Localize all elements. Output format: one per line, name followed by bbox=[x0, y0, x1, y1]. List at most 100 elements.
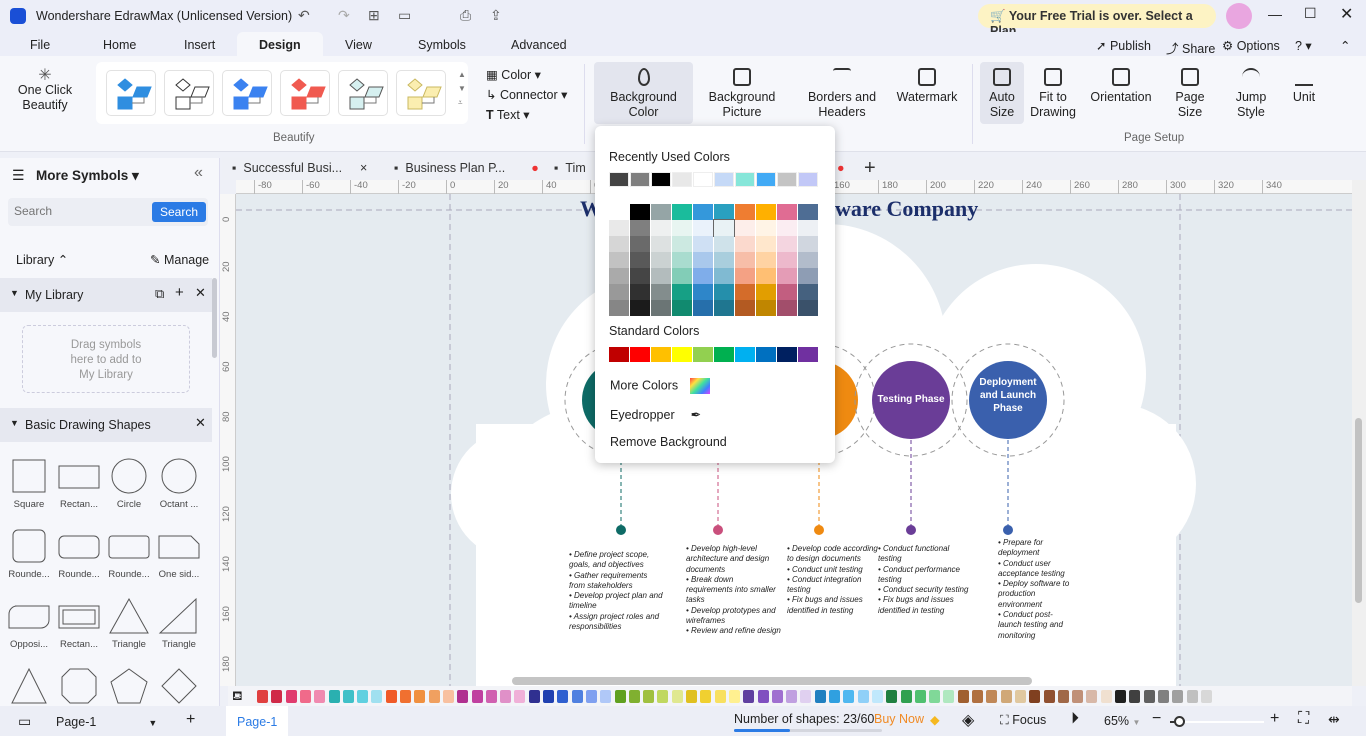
recent-color-swatch[interactable] bbox=[651, 172, 671, 187]
background-color-button[interactable]: Background Color bbox=[594, 62, 693, 124]
palette-swatch[interactable] bbox=[557, 690, 569, 703]
close-button[interactable]: ✕ bbox=[1340, 4, 1353, 24]
redo-icon[interactable]: ↷ bbox=[338, 7, 350, 24]
doc-tab[interactable]: ▪ Successful Busi... × bbox=[232, 161, 367, 175]
palette-swatch[interactable] bbox=[800, 690, 812, 703]
manage-button[interactable]: ✎ Manage bbox=[150, 252, 209, 267]
beautify-style-2[interactable] bbox=[164, 70, 214, 116]
zoom-slider[interactable] bbox=[1170, 716, 1264, 727]
theme-color-swatch[interactable] bbox=[756, 284, 776, 300]
palette-swatch[interactable] bbox=[514, 690, 526, 703]
palette-swatch[interactable] bbox=[886, 690, 898, 703]
theme-color-swatch[interactable] bbox=[735, 284, 755, 300]
theme-color-swatch[interactable] bbox=[735, 220, 755, 236]
menu-insert[interactable]: Insert bbox=[184, 38, 215, 52]
palette-swatch[interactable] bbox=[357, 690, 369, 703]
theme-color-swatch[interactable] bbox=[672, 236, 692, 252]
open-folder-icon[interactable]: ▭ bbox=[398, 7, 411, 24]
palette-swatch[interactable] bbox=[271, 690, 283, 703]
palette-swatch[interactable] bbox=[342, 690, 354, 703]
theme-color-swatch[interactable] bbox=[798, 220, 818, 236]
theme-color-swatch[interactable] bbox=[798, 284, 818, 300]
palette-swatch[interactable] bbox=[1157, 690, 1169, 703]
doc-tab[interactable]: ▪ Tim bbox=[554, 161, 586, 175]
palette-swatch[interactable] bbox=[1143, 690, 1155, 703]
play-icon[interactable]: ⏵ bbox=[1071, 710, 1079, 728]
fit-to-drawing-button[interactable]: Fit to Drawing bbox=[1028, 68, 1078, 120]
theme-color-swatch[interactable] bbox=[714, 204, 734, 220]
palette-swatch[interactable] bbox=[385, 690, 397, 703]
theme-color-swatch[interactable] bbox=[714, 284, 734, 300]
standard-color-swatch[interactable] bbox=[609, 347, 629, 362]
palette-swatch[interactable] bbox=[457, 690, 469, 703]
theme-color-swatch[interactable] bbox=[756, 204, 776, 220]
auto-size-button[interactable]: Auto Size bbox=[980, 62, 1024, 124]
menu-file[interactable]: File bbox=[30, 38, 50, 52]
palette-swatch[interactable] bbox=[757, 690, 769, 703]
palette-swatch[interactable] bbox=[528, 690, 540, 703]
theme-color-swatch[interactable] bbox=[672, 204, 692, 220]
beautify-style-3[interactable] bbox=[222, 70, 272, 116]
remove-background-button[interactable]: Remove Background bbox=[610, 435, 727, 449]
theme-color-swatch[interactable] bbox=[609, 252, 629, 268]
shape-item[interactable]: Octant ... bbox=[156, 456, 202, 516]
theme-color-swatch[interactable] bbox=[630, 204, 650, 220]
palette-swatch[interactable] bbox=[943, 690, 955, 703]
recent-color-swatch[interactable] bbox=[630, 172, 650, 187]
page-size-button[interactable]: Page Size bbox=[1168, 68, 1212, 120]
theme-color-swatch[interactable] bbox=[777, 236, 797, 252]
theme-color-swatch[interactable] bbox=[735, 236, 755, 252]
zoom-level[interactable]: 65% ▼ bbox=[1104, 714, 1140, 728]
watermark-button[interactable]: Watermark bbox=[894, 68, 960, 105]
zoom-slider-handle[interactable] bbox=[1174, 716, 1186, 727]
shape-item[interactable]: Rounde... bbox=[106, 526, 152, 586]
palette-swatch[interactable] bbox=[1186, 690, 1198, 703]
theme-color-swatch[interactable] bbox=[756, 220, 776, 236]
palette-swatch[interactable] bbox=[414, 690, 426, 703]
page-tab[interactable]: Page-1 bbox=[226, 706, 289, 736]
theme-color-swatch[interactable] bbox=[714, 252, 734, 268]
recent-color-swatch[interactable] bbox=[756, 172, 776, 187]
minimize-button[interactable]: — bbox=[1268, 6, 1282, 22]
theme-color-swatch[interactable] bbox=[693, 220, 713, 236]
shape-item[interactable]: Rectan... bbox=[56, 456, 102, 516]
palette-swatch[interactable] bbox=[871, 690, 883, 703]
theme-color-swatch[interactable] bbox=[756, 236, 776, 252]
palette-swatch[interactable] bbox=[500, 690, 512, 703]
shape-item[interactable]: Rounde... bbox=[6, 526, 52, 586]
fill-bucket-icon[interactable]: ⛾ bbox=[232, 688, 243, 706]
palette-swatch[interactable] bbox=[1172, 690, 1184, 703]
menu-home[interactable]: Home bbox=[103, 38, 136, 52]
theme-color-swatch[interactable] bbox=[735, 300, 755, 316]
recent-color-swatch[interactable] bbox=[672, 172, 692, 187]
recent-color-swatch[interactable] bbox=[735, 172, 755, 187]
theme-color-swatch[interactable] bbox=[672, 268, 692, 284]
palette-swatch[interactable] bbox=[743, 690, 755, 703]
standard-color-swatch[interactable] bbox=[798, 347, 818, 362]
theme-color-swatch[interactable] bbox=[798, 236, 818, 252]
palette-swatch[interactable] bbox=[671, 690, 683, 703]
palette-swatch[interactable] bbox=[299, 690, 311, 703]
palette-swatch[interactable] bbox=[643, 690, 655, 703]
text-button[interactable]: T Text ▾ bbox=[486, 108, 530, 123]
palette-swatch[interactable] bbox=[1000, 690, 1012, 703]
theme-color-swatch[interactable] bbox=[693, 268, 713, 284]
shape-item[interactable]: Opposi... bbox=[6, 596, 52, 656]
theme-color-swatch[interactable] bbox=[672, 284, 692, 300]
palette-swatch[interactable] bbox=[914, 690, 926, 703]
beautify-style-5[interactable] bbox=[338, 70, 388, 116]
standard-color-swatch[interactable] bbox=[714, 347, 734, 362]
shape-item[interactable]: Rectan... bbox=[56, 596, 102, 656]
scroll-thumb[interactable] bbox=[1355, 418, 1362, 603]
theme-color-swatch[interactable] bbox=[651, 300, 671, 316]
gallery-scroll[interactable]: ▲ ▼ ⩡ bbox=[458, 68, 466, 110]
my-library-header[interactable]: ▼ My Library ⧉ + ✕ bbox=[0, 278, 212, 312]
horizontal-scrollbar[interactable] bbox=[512, 677, 1032, 685]
palette-swatch[interactable] bbox=[571, 690, 583, 703]
palette-swatch[interactable] bbox=[1014, 690, 1026, 703]
focus-button[interactable]: ⛶ Focus bbox=[1000, 713, 1046, 728]
more-colors-button[interactable]: More Colors bbox=[610, 378, 711, 394]
standard-color-swatch[interactable] bbox=[735, 347, 755, 362]
orientation-button[interactable]: Orientation bbox=[1088, 68, 1154, 105]
buy-now-link[interactable]: Buy Now bbox=[874, 712, 924, 726]
